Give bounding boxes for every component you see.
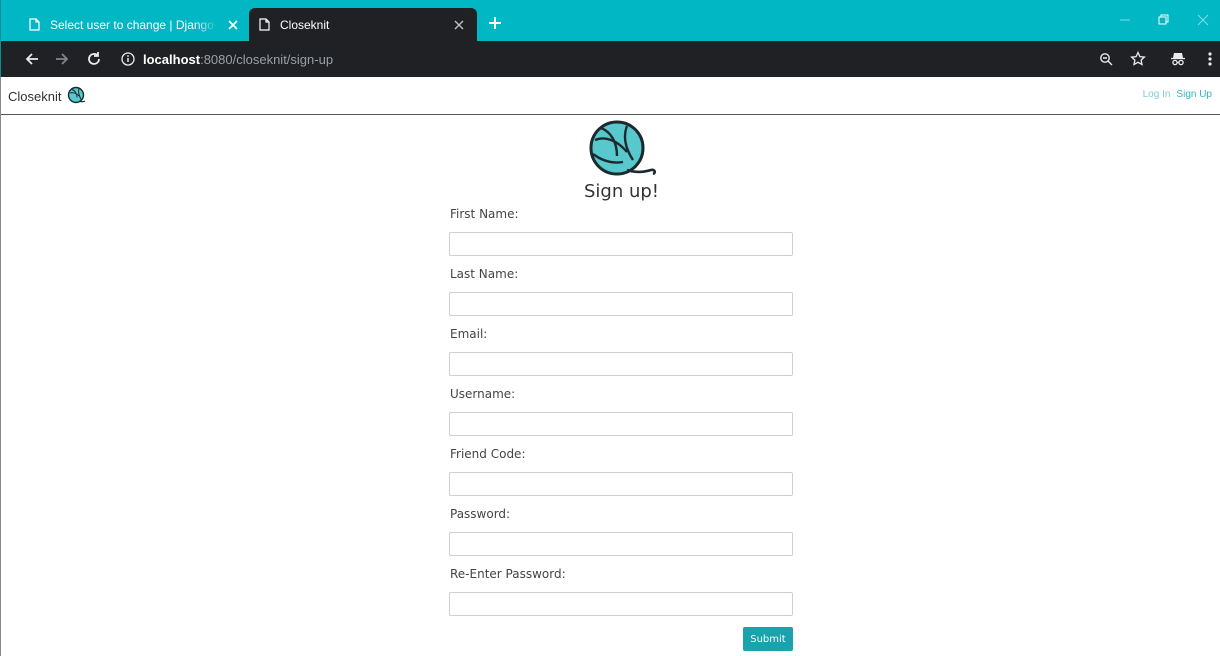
username-label: Username: (450, 387, 516, 401)
page-icon (29, 18, 40, 31)
last-name-input[interactable] (449, 292, 793, 316)
incognito-icon[interactable] (1169, 50, 1187, 68)
email-label: Email: (450, 327, 488, 341)
tab-title: Select user to change | Django site admi… (50, 17, 219, 32)
tab-closeknit[interactable]: Closeknit (249, 8, 477, 41)
url-host: localhost (143, 51, 201, 67)
restore-icon[interactable] (1151, 8, 1175, 32)
yarn-ball-icon (589, 120, 657, 176)
star-icon[interactable] (1129, 50, 1147, 68)
page-viewport: Closeknit Log In Sign Up Sign up! First … (0, 77, 1220, 656)
last-name-label: Last Name: (450, 267, 519, 281)
zoom-icon[interactable] (1097, 50, 1115, 68)
friend-code-label: Friend Code: (450, 447, 526, 461)
close-icon[interactable] (227, 17, 239, 33)
info-icon[interactable] (121, 52, 135, 66)
reload-icon[interactable] (85, 50, 103, 68)
signup-link[interactable]: Sign Up (1176, 89, 1212, 100)
auth-links: Log In Sign Up (1143, 89, 1212, 100)
browser-tab-strip: Select user to change | Django site admi… (0, 0, 1220, 41)
close-icon[interactable] (451, 17, 467, 33)
password-input[interactable] (449, 532, 793, 556)
browser-toolbar: localhost:8080/closeknit/sign-up (0, 41, 1220, 77)
submit-button[interactable]: Submit (743, 627, 793, 651)
yarn-ball-icon (68, 86, 86, 104)
address-bar[interactable]: localhost:8080/closeknit/sign-up (113, 47, 1185, 71)
site-navbar: Closeknit Log In Sign Up (1, 77, 1220, 115)
back-arrow-icon[interactable] (23, 50, 41, 68)
password-label: Password: (450, 507, 511, 521)
kebab-menu-icon[interactable] (1201, 50, 1219, 68)
brand[interactable]: Closeknit (8, 86, 87, 106)
plus-icon[interactable] (485, 13, 505, 33)
brand-name: Closeknit (8, 88, 62, 104)
username-input[interactable] (449, 412, 793, 436)
forward-arrow-icon[interactable] (53, 50, 71, 68)
close-window-icon[interactable] (1191, 8, 1215, 32)
login-link[interactable]: Log In (1143, 89, 1171, 100)
email-input[interactable] (449, 352, 793, 376)
re-enter-password-input[interactable] (449, 592, 793, 616)
first-name-label: First Name: (450, 207, 519, 221)
url-path: :8080/closeknit/sign-up (200, 51, 334, 67)
form-title: Sign up! (583, 181, 660, 202)
tab-title: Closeknit (280, 17, 330, 32)
page-icon (259, 18, 270, 31)
re-enter-password-label: Re-Enter Password: (450, 567, 566, 581)
tab-django-admin[interactable]: Select user to change | Django site admi… (19, 8, 249, 41)
minimize-icon[interactable] (1113, 8, 1137, 32)
first-name-input[interactable] (449, 232, 793, 256)
friend-code-input[interactable] (449, 472, 793, 496)
